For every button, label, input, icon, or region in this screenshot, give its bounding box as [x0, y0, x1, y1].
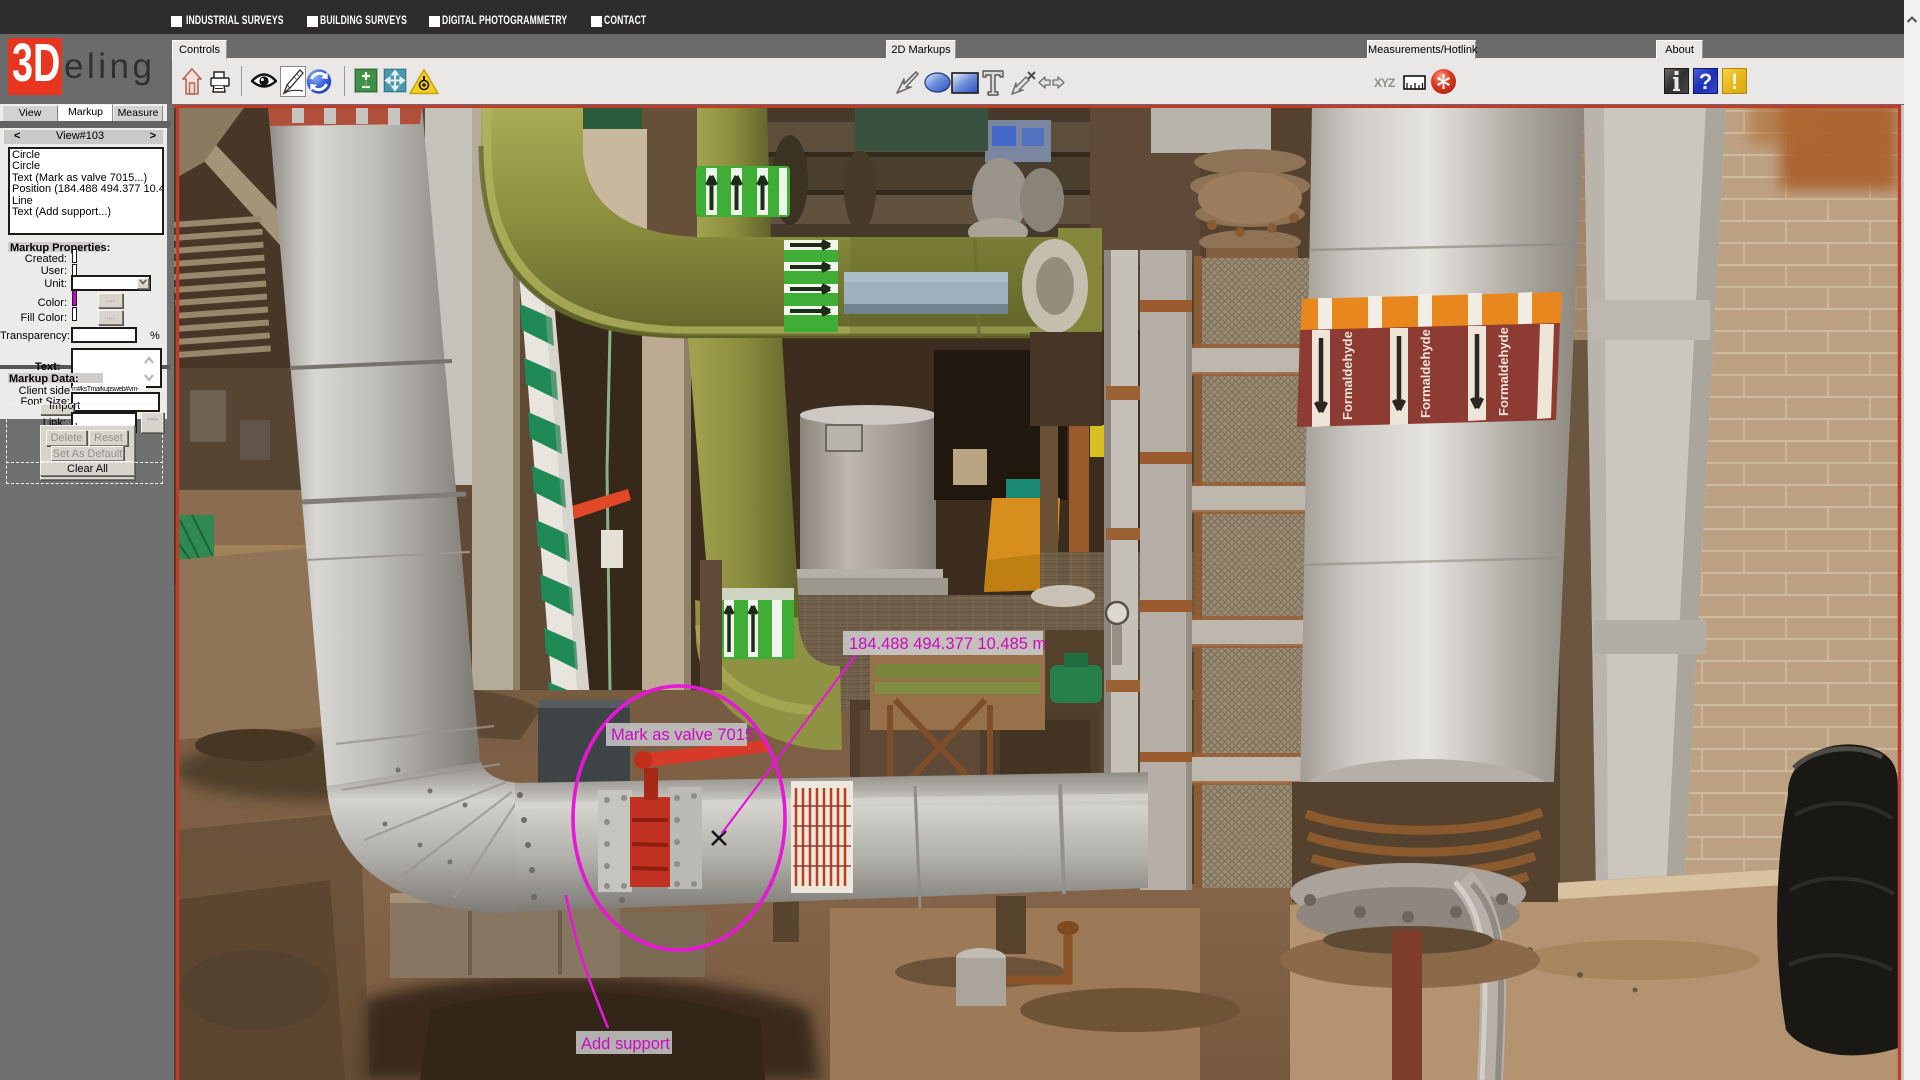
svg-text:184.488 494.377 10.485 m: 184.488 494.377 10.485 m: [849, 635, 1046, 653]
svg-text:Formaldehyde: Formaldehyde: [1418, 329, 1433, 418]
svg-text:?: ?: [1699, 69, 1712, 94]
svg-text:Mark as valve 7015: Mark as valve 7015: [611, 726, 754, 744]
svg-text:Formaldehyde: Formaldehyde: [1496, 327, 1511, 416]
svg-text:Formaldehyde: Formaldehyde: [1340, 331, 1355, 420]
svg-text:Add support: Add support: [581, 1035, 670, 1053]
svg-text:!: !: [1731, 69, 1738, 94]
